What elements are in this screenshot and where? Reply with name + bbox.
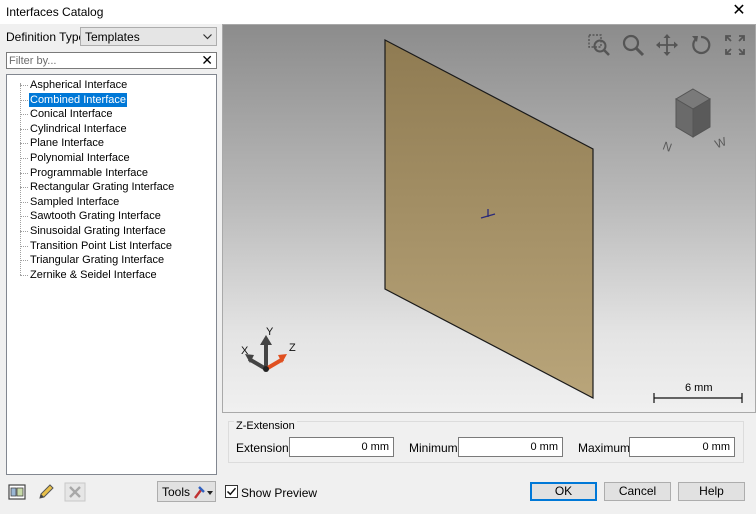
axis-label-z: Z [289,342,296,354]
tree-guide [20,245,28,247]
definition-type-label: Definition Type [6,30,86,44]
checkmark-icon [226,487,237,496]
window-title: Interfaces Catalog [6,5,104,19]
tree-item-label: Triangular Grating Interface [30,254,165,267]
tree-item-label: Programmable Interface [30,166,148,179]
maximum-value: 0 mm [702,441,731,453]
minimum-label: Minimum [409,441,458,455]
clear-filter-icon[interactable]: ✕ [201,52,213,68]
tree-guide [20,201,28,203]
tree-item-label: Combined Interface [29,92,127,107]
maximum-field[interactable]: 0 mm [629,437,735,457]
title-bar: Interfaces Catalog ✕ [0,0,756,24]
cube-label-n: N [661,139,674,155]
tree-guide [20,99,28,101]
definition-type-value: Templates [85,30,140,44]
orientation-cube-icon[interactable]: N W [661,88,729,155]
edit-pencil-icon[interactable] [35,482,57,502]
tree-item-label: Plane Interface [30,137,104,150]
tree-guide [20,172,28,174]
help-button[interactable]: Help [678,482,745,501]
tree-item-label: Conical Interface [30,108,113,121]
tree-item-label: Zernike & Seidel Interface [30,268,157,281]
scale-bar [653,393,743,403]
extension-label: Extension [236,441,289,455]
tree-item-label: Transition Point List Interface [30,239,173,252]
tools-dropdown-icon [194,486,213,499]
close-icon[interactable]: ✕ [730,2,748,20]
tools-button[interactable]: Tools [157,481,216,502]
delete-icon[interactable] [64,482,86,502]
axis-label-x: X [241,345,249,357]
show-preview-label: Show Preview [241,486,318,500]
tree-item-label: Rectangular Grating Interface [30,181,175,194]
catalog-icon[interactable] [6,482,28,502]
tree-guide [20,216,28,218]
tree-guide [20,128,28,130]
scale-bar-label: 6 mm [685,382,713,394]
maximum-label: Maximum [578,441,631,455]
cube-label-w: W [713,134,729,151]
tree-guide [20,260,28,262]
tree-item-label: Polynomial Interface [30,152,130,164]
tree-guide [20,85,28,86]
filter-box: ✕ [6,52,217,69]
z-extension-title: Z-Extension [234,420,297,432]
minimum-field[interactable]: 0 mm [458,437,563,457]
chevron-down-icon [203,34,212,40]
tree-item-label: Sawtooth Grating Interface [30,210,161,223]
interface-tree[interactable]: Aspherical Interface Combined Interface Co… [6,74,217,475]
tree-item-label: Sampled Interface [30,195,120,208]
tree-guide [20,231,28,232]
tree-guide [20,158,28,159]
extension-value: 0 mm [361,441,390,453]
cancel-button[interactable]: Cancel [604,482,671,501]
ok-button[interactable]: OK [530,482,597,501]
axis-label-y: Y [266,326,274,338]
tree-guide [20,187,28,189]
definition-type-select[interactable]: Templates [80,27,217,46]
tools-label: Tools [162,485,191,499]
show-preview-checkbox[interactable] [225,485,238,498]
tree-guide [20,114,28,116]
tree-item-label: Aspherical Interface [30,79,128,91]
filter-input[interactable] [9,54,194,67]
axes-triad: Y X Z [241,326,296,372]
tree-item-label: Cylindrical Interface [30,122,127,135]
interface-surface [384,39,594,399]
preview-viewport[interactable]: N W Y X Z 6 mm [222,24,756,413]
tree-guide [20,143,28,145]
tree-guide [20,274,28,276]
extension-field[interactable]: 0 mm [289,437,394,457]
tree-item-label: Sinusoidal Grating Interface [30,225,166,237]
minimum-value: 0 mm [530,441,559,453]
